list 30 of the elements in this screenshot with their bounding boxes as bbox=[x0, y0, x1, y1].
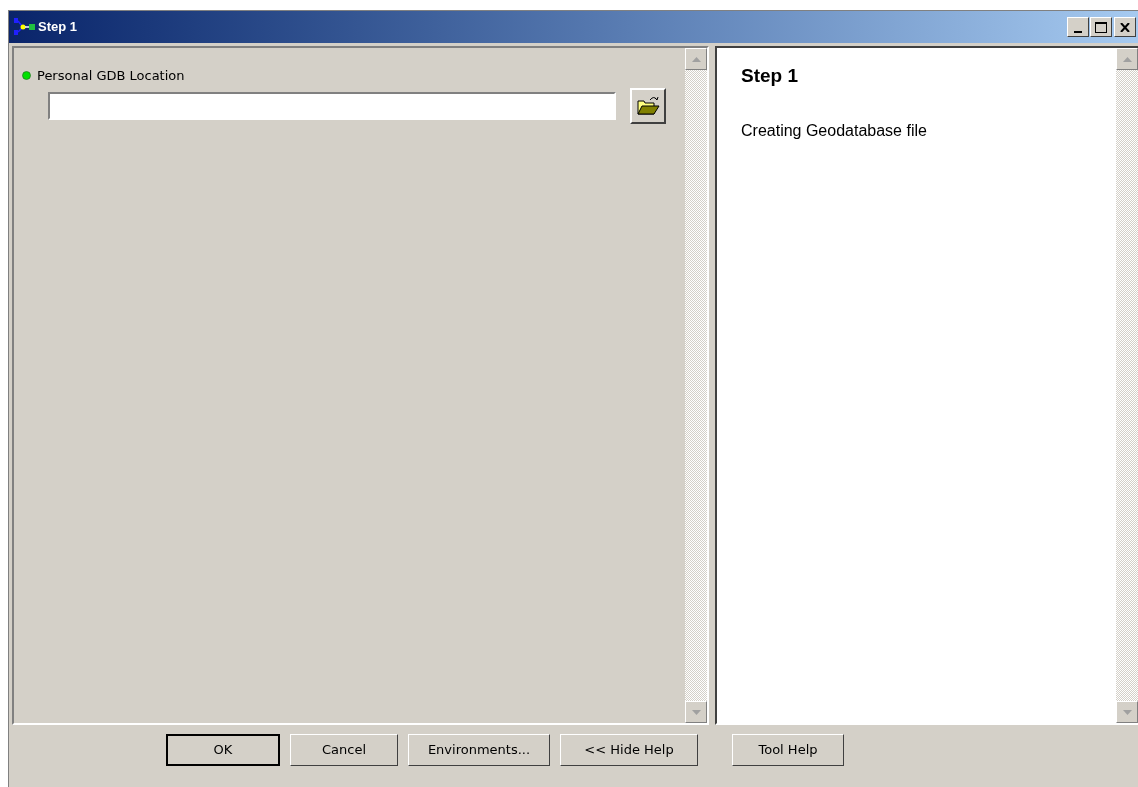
scroll-down-button[interactable] bbox=[685, 701, 707, 723]
maximize-icon bbox=[1095, 21, 1107, 33]
parameter-label: Personal GDB Location bbox=[37, 67, 185, 85]
dialog-button[interactable]: << Hide Help bbox=[560, 734, 698, 766]
scroll-up-button[interactable] bbox=[685, 48, 707, 70]
scrollbar[interactable] bbox=[685, 48, 707, 723]
dialog-button[interactable]: Environments... bbox=[408, 734, 550, 766]
maximize-button[interactable] bbox=[1090, 17, 1112, 37]
dialog-button[interactable]: Cancel bbox=[290, 734, 398, 766]
dialog-button[interactable]: OK bbox=[166, 734, 280, 766]
help-text: Creating Geodatabase file bbox=[741, 120, 928, 141]
toolbox-icon bbox=[13, 17, 37, 37]
window-title: Step 1 bbox=[38, 18, 77, 37]
scroll-up-button[interactable] bbox=[1116, 48, 1138, 70]
minimize-icon bbox=[1074, 31, 1082, 33]
path-input[interactable] bbox=[48, 91, 616, 120]
minimize-button[interactable] bbox=[1067, 17, 1089, 37]
close-button[interactable] bbox=[1114, 17, 1136, 37]
up-arrow-icon bbox=[691, 56, 701, 62]
down-arrow-icon bbox=[691, 709, 701, 715]
help-title: Step 1 bbox=[741, 64, 800, 88]
required-dot-icon bbox=[22, 71, 31, 81]
browse-button[interactable] bbox=[630, 87, 666, 124]
scroll-down-button[interactable] bbox=[1116, 701, 1138, 723]
close-icon bbox=[1120, 22, 1130, 32]
tool-help-button[interactable]: Tool Help bbox=[732, 734, 844, 766]
open-folder-icon bbox=[636, 94, 660, 117]
up-arrow-icon bbox=[1122, 56, 1132, 62]
down-arrow-icon bbox=[1122, 709, 1132, 715]
scrollbar[interactable] bbox=[1116, 48, 1138, 723]
